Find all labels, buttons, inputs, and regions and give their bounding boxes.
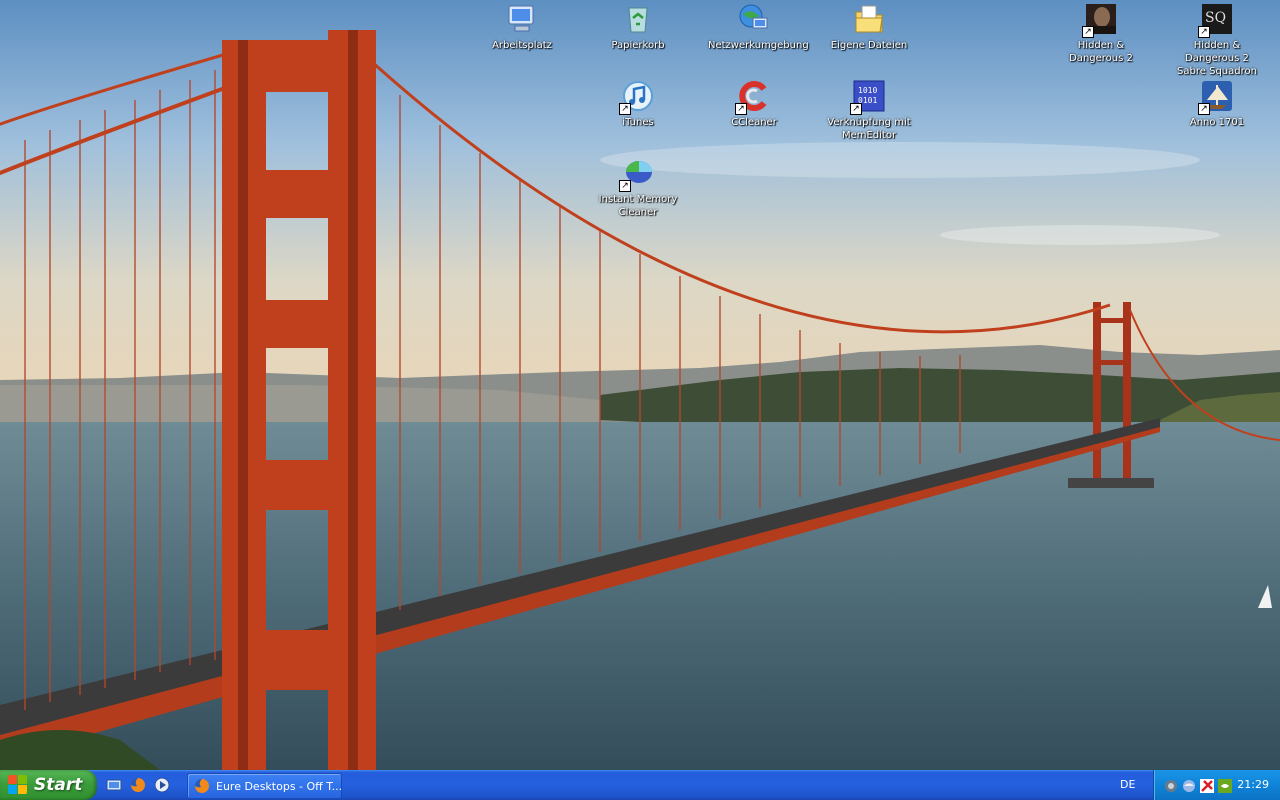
tray-app-icon[interactable] (1164, 778, 1178, 792)
desktop-icon-memeditor[interactable]: 1010 0101 ↗ Verknüpfung mit MemEditor (821, 79, 917, 142)
taskbar-window-button[interactable]: Eure Desktops - Off T... (187, 773, 342, 799)
desktop-icon-sabre-squadron[interactable]: SQ ↗ Hidden & Dangerous 2 Sabre Squadron (1169, 2, 1265, 78)
desktop-icon-network-places[interactable]: Netzwerkumgebung (706, 2, 809, 52)
window-button-label: Eure Desktops - Off T... (216, 779, 341, 793)
hidden-dangerous-icon: ↗ (1082, 2, 1118, 38)
network-places-icon (737, 2, 771, 36)
language-indicator[interactable]: DE (1120, 778, 1135, 791)
clock[interactable]: 21:29 (1237, 778, 1269, 791)
media-player-icon[interactable] (152, 775, 172, 795)
shortcut-arrow-icon: ↗ (619, 180, 631, 192)
desktop-icon-my-computer[interactable]: Arbeitsplatz (474, 2, 570, 52)
show-desktop-icon[interactable] (104, 775, 124, 795)
quick-launch-bar (104, 775, 172, 795)
svg-text:1010: 1010 (858, 86, 877, 95)
recycle-bin-icon (621, 2, 655, 36)
memory-cleaner-icon: ↗ (619, 156, 655, 192)
desktop-icon-instant-memory-cleaner[interactable]: ↗ Instant Memory Cleaner (590, 156, 686, 219)
desktop-icon-recycle-bin[interactable]: Papierkorb (590, 2, 686, 52)
memeditor-icon: 1010 0101 ↗ (850, 79, 886, 115)
desktop-icon-ccleaner[interactable]: ↗ CCleaner (706, 79, 802, 129)
tray-network-icon[interactable] (1182, 778, 1196, 792)
anno-icon: ↗ (1198, 79, 1234, 115)
tray-antivirus-icon[interactable] (1200, 778, 1214, 793)
system-tray: 21:29 (1153, 770, 1280, 800)
my-computer-icon (505, 2, 539, 36)
windows-logo-icon (8, 775, 28, 795)
shortcut-arrow-icon: ↗ (850, 103, 862, 115)
firefox-icon[interactable] (128, 775, 148, 795)
desktop-icon-anno-1701[interactable]: ↗ Anno 1701 (1169, 79, 1265, 129)
taskbar: Start Eure Desktops - Off T... DE 21:29 (0, 770, 1280, 800)
ccleaner-icon: ↗ (735, 79, 771, 115)
shortcut-arrow-icon: ↗ (1198, 26, 1210, 38)
desktop-icon-hidden-dangerous-2[interactable]: ↗ Hidden & Dangerous 2 (1053, 2, 1149, 65)
desktop-icon-itunes[interactable]: ↗ iTunes (590, 79, 686, 129)
shortcut-arrow-icon: ↗ (1082, 26, 1094, 38)
tray-nvidia-icon[interactable] (1218, 778, 1232, 793)
start-button[interactable]: Start (0, 770, 97, 800)
firefox-icon (194, 778, 210, 794)
sabre-squadron-icon: SQ ↗ (1198, 2, 1234, 38)
desktop[interactable]: Arbeitsplatz Papierkorb Netzwerkumgebung… (0, 0, 1280, 770)
svg-text:SQ: SQ (1205, 10, 1226, 26)
itunes-icon: ↗ (619, 79, 655, 115)
shortcut-arrow-icon: ↗ (735, 103, 747, 115)
shortcut-arrow-icon: ↗ (619, 103, 631, 115)
start-label: Start (34, 775, 83, 795)
my-documents-icon (852, 2, 886, 36)
shortcut-arrow-icon: ↗ (1198, 103, 1210, 115)
desktop-icon-my-documents[interactable]: Eigene Dateien (821, 2, 917, 52)
